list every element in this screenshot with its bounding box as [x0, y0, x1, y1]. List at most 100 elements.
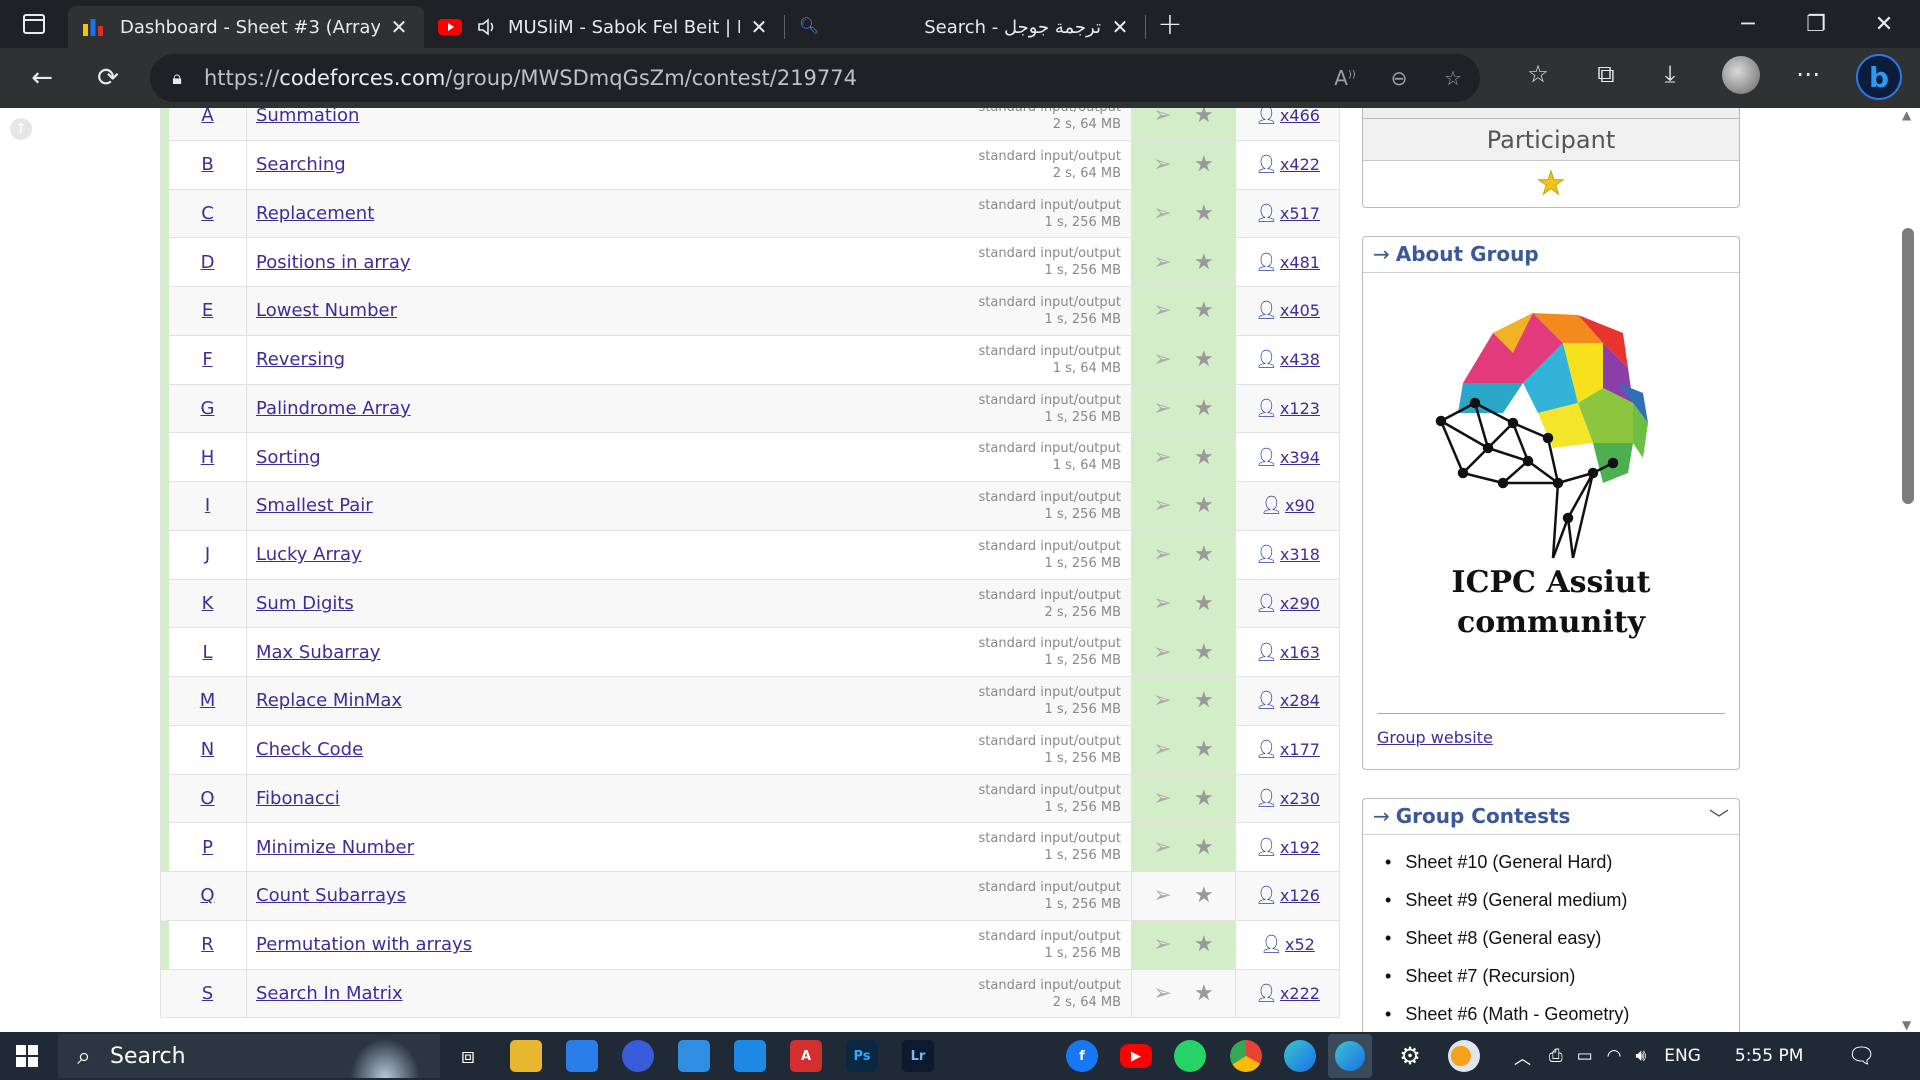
solved-count-link[interactable]: x90	[1285, 496, 1315, 515]
close-window-button[interactable]: ✕	[1850, 0, 1918, 48]
chrome-icon[interactable]	[1230, 1040, 1262, 1072]
scrollbar-thumb[interactable]	[1902, 228, 1914, 504]
meet-now-icon[interactable]: ⎙	[1549, 1046, 1563, 1066]
solved-count-link[interactable]: x481	[1280, 253, 1320, 272]
start-button[interactable]	[0, 1032, 54, 1080]
submit-icon[interactable]: ➢	[1153, 835, 1171, 860]
edge-icon[interactable]	[1284, 1040, 1316, 1072]
solved-count-link[interactable]: x318	[1280, 545, 1320, 564]
problem-index-link[interactable]: O	[200, 788, 214, 809]
solved-count-link[interactable]: x438	[1280, 350, 1320, 369]
read-aloud-icon[interactable]: A))	[1318, 66, 1372, 90]
problem-name-link[interactable]: Replace MinMax	[256, 690, 402, 711]
submit-icon[interactable]: ➢	[1153, 932, 1171, 957]
restore-button[interactable]: ❐	[1782, 0, 1850, 48]
submit-icon[interactable]: ➢	[1153, 981, 1171, 1006]
submit-icon[interactable]: ➢	[1153, 786, 1171, 811]
contest-item[interactable]: Sheet #10 (General Hard)	[1385, 847, 1739, 885]
problem-index-link[interactable]: E	[202, 300, 213, 321]
submit-icon[interactable]: ➢	[1153, 591, 1171, 616]
problem-index-link[interactable]: F	[202, 349, 212, 370]
problem-name-link[interactable]: Search In Matrix	[256, 983, 403, 1004]
photoshop-icon[interactable]: Ps	[846, 1040, 878, 1072]
submit-icon[interactable]: ➢	[1153, 883, 1171, 908]
problem-name-link[interactable]: Fibonacci	[256, 788, 340, 809]
submit-icon[interactable]: ➢	[1153, 737, 1171, 762]
problem-name-link[interactable]: Summation	[256, 108, 359, 126]
solved-count-link[interactable]: x517	[1280, 204, 1320, 223]
copilot-icon[interactable]	[622, 1040, 654, 1072]
favorite-star-icon[interactable]: ★	[1194, 786, 1214, 811]
solved-count-link[interactable]: x177	[1280, 740, 1320, 759]
solved-count-link[interactable]: x405	[1280, 301, 1320, 320]
problem-name-link[interactable]: Searching	[256, 154, 346, 175]
close-tab-icon[interactable]: ✕	[388, 15, 410, 39]
battery-icon[interactable]: ▭	[1577, 1046, 1593, 1066]
tab-dashboard[interactable]: Dashboard - Sheet #3 (Arrays) - C ✕	[68, 6, 424, 48]
file-explorer-icon[interactable]	[510, 1040, 542, 1072]
solved-count-link[interactable]: x52	[1285, 935, 1315, 954]
problem-name-link[interactable]: Replacement	[256, 203, 374, 224]
problem-index-link[interactable]: N	[201, 739, 214, 760]
app-icon[interactable]	[678, 1040, 710, 1072]
favorite-star-icon[interactable]: ★	[1194, 591, 1214, 616]
favorite-star-icon[interactable]: ★	[1194, 737, 1214, 762]
chevron-down-icon[interactable]: ﹀	[1709, 803, 1729, 832]
problem-name-link[interactable]: Palindrome Array	[256, 398, 411, 419]
problem-index-link[interactable]: D	[201, 252, 215, 273]
app-icon[interactable]	[734, 1040, 766, 1072]
problem-index-link[interactable]: L	[202, 642, 212, 663]
language-indicator[interactable]: ENG	[1664, 1046, 1701, 1066]
submit-icon[interactable]: ➢	[1153, 347, 1171, 372]
solved-count-link[interactable]: x222	[1280, 984, 1320, 1003]
address-bar[interactable]: 🔒︎ https://codeforces.com/group/MWSDmqGs…	[150, 54, 1480, 102]
favorite-star-icon[interactable]: ★	[1194, 298, 1214, 323]
solved-count-link[interactable]: x284	[1280, 691, 1320, 710]
solved-count-link[interactable]: x466	[1280, 108, 1320, 125]
vertical-scrollbar[interactable]: ▲ ▼	[1896, 108, 1920, 1032]
taskbar-search[interactable]: ⌕ Search	[58, 1034, 440, 1078]
favorite-star-icon[interactable]: ★	[1194, 640, 1214, 665]
submit-icon[interactable]: ➢	[1153, 493, 1171, 518]
lightroom-icon[interactable]: Lr	[902, 1040, 934, 1072]
submit-icon[interactable]: ➢	[1153, 688, 1171, 713]
favorite-star-icon[interactable]: ★	[1194, 981, 1214, 1006]
favorite-star-icon[interactable]: ★	[1194, 932, 1214, 957]
problem-name-link[interactable]: Smallest Pair	[256, 495, 373, 516]
scroll-up-arrow-icon[interactable]: ▲	[1902, 108, 1911, 122]
problem-index-link[interactable]: S	[202, 983, 213, 1004]
settings-icon[interactable]: ⚙	[1394, 1040, 1426, 1072]
speaker-icon[interactable]	[476, 16, 498, 38]
favorite-star-icon[interactable]: ★	[1194, 396, 1214, 421]
favorite-star-icon[interactable]: ★	[1194, 883, 1214, 908]
submit-icon[interactable]: ➢	[1153, 542, 1171, 567]
contest-item[interactable]: Sheet #7 (Recursion)	[1385, 961, 1739, 999]
store-icon[interactable]	[566, 1040, 598, 1072]
back-button[interactable]: ←	[10, 48, 74, 108]
submit-icon[interactable]: ➢	[1153, 298, 1171, 323]
problem-name-link[interactable]: Check Code	[256, 739, 363, 760]
problem-index-link[interactable]: M	[200, 690, 216, 711]
favorite-star-icon[interactable]: ★	[1194, 542, 1214, 567]
downloads-icon[interactable]: ⤓	[1650, 54, 1690, 94]
contest-item[interactable]: Sheet #9 (General medium)	[1385, 885, 1739, 923]
problem-name-link[interactable]: Permutation with arrays	[256, 934, 472, 955]
solved-count-link[interactable]: x126	[1280, 886, 1320, 905]
problem-name-link[interactable]: Sum Digits	[256, 593, 354, 614]
problem-name-link[interactable]: Lucky Array	[256, 544, 362, 565]
url-text[interactable]: https://codeforces.com/group/MWSDmqGsZm/…	[204, 66, 1318, 90]
problem-name-link[interactable]: Positions in array	[256, 252, 411, 273]
favorite-star-icon[interactable]: ★	[1194, 445, 1214, 470]
minimize-button[interactable]: ─	[1714, 0, 1782, 48]
more-menu-icon[interactable]: ⋯	[1788, 54, 1828, 94]
task-view-icon[interactable]: ⧈	[452, 1040, 484, 1072]
submit-icon[interactable]: ➢	[1153, 445, 1171, 470]
scroll-down-arrow-icon[interactable]: ▼	[1902, 1018, 1911, 1032]
tab-youtube[interactable]: MUSliM - Sabok Fel Beit | M ✕	[424, 6, 784, 48]
submit-icon[interactable]: ➢	[1153, 108, 1171, 128]
solved-count-link[interactable]: x192	[1280, 838, 1320, 857]
problem-name-link[interactable]: Sorting	[256, 447, 321, 468]
submit-icon[interactable]: ➢	[1153, 152, 1171, 177]
problem-index-link[interactable]: G	[201, 398, 215, 419]
edge-active-icon[interactable]	[1328, 1034, 1372, 1078]
